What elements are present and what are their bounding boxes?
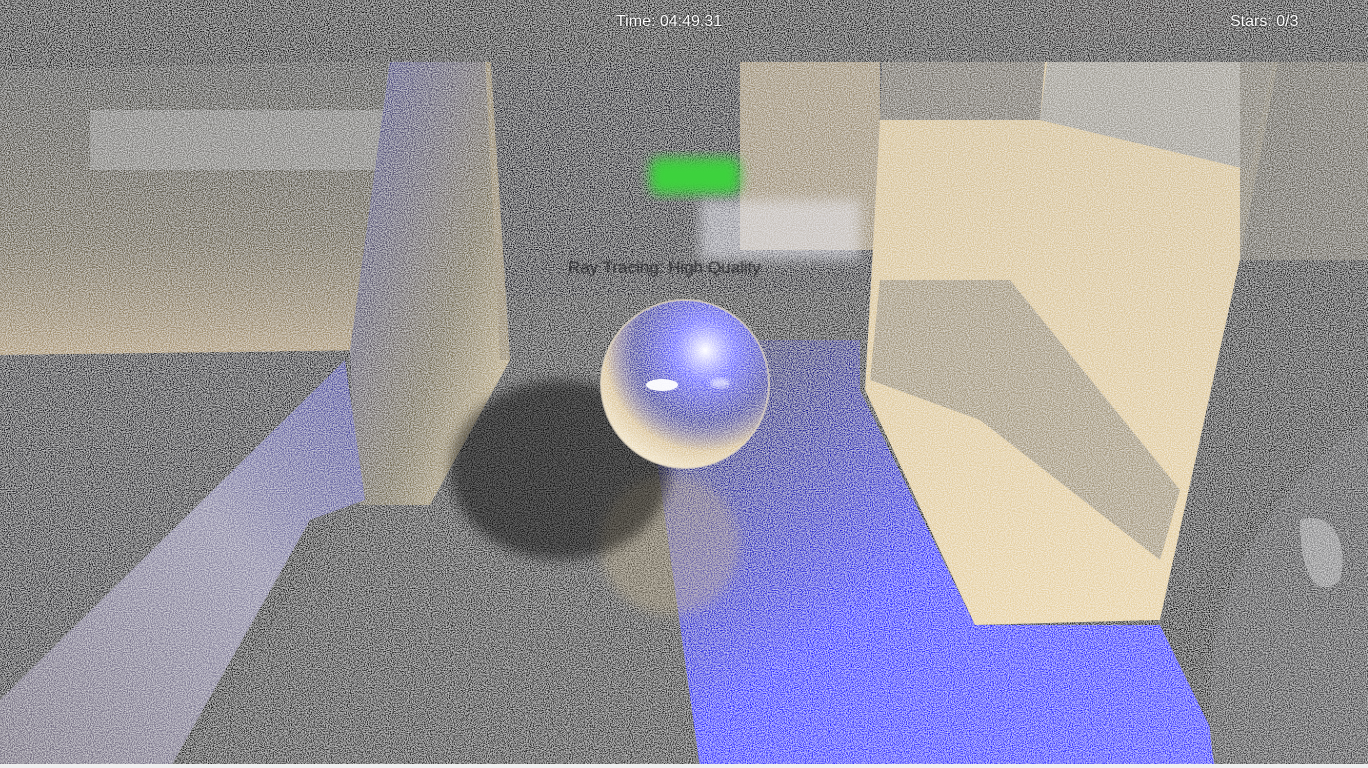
render-mode-label: Ray Tracing: High Quality	[568, 258, 761, 277]
stars-value: 0/3	[1276, 13, 1299, 30]
ball-specular	[646, 379, 678, 391]
wall-top-highlight	[90, 110, 390, 170]
window-bottom-border	[0, 764, 1368, 768]
timer-value: 04:49.31	[659, 13, 723, 30]
timer-label: Time:	[616, 13, 656, 30]
ray-traced-scene[interactable]	[0, 0, 1368, 768]
left-wall-block	[0, 60, 390, 355]
stars-label: Stars:	[1230, 13, 1272, 30]
stars-counter: Stars: 0/3	[1230, 13, 1299, 31]
goal-marker	[650, 158, 740, 194]
ceiling-shadow	[0, 0, 1368, 62]
game-viewport[interactable]: Ray Tracing: High Quality Time: 04:49.31…	[0, 0, 1368, 768]
light-glare	[700, 200, 860, 260]
timer-display: Time: 04:49.31	[616, 13, 722, 31]
glass-ball[interactable]	[600, 299, 770, 469]
